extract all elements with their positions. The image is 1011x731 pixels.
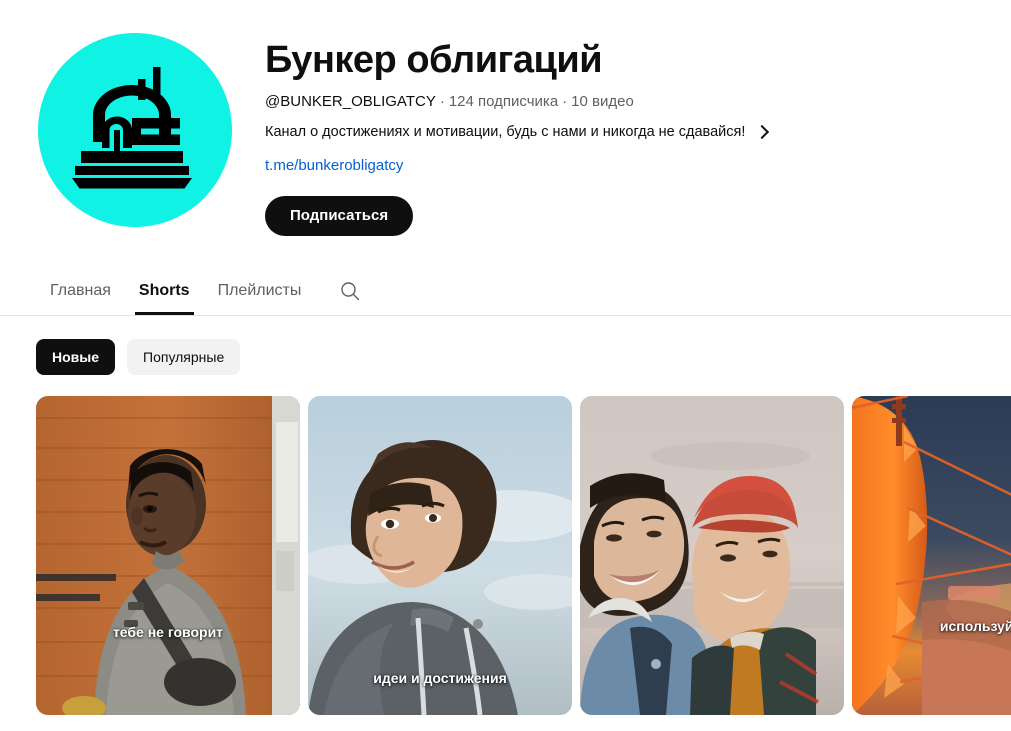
short-thumbnail: [308, 395, 572, 715]
short-thumbnail: [580, 395, 844, 715]
filter-chips: Новые Популярные: [0, 316, 1011, 375]
tab-shorts[interactable]: Shorts: [125, 267, 204, 316]
channel-stats: @BUNKER_OBLIGATCY · 124 подписчика · 10 виде…: [265, 91, 767, 112]
short-thumbnail: [852, 395, 1011, 715]
channel-external-link[interactable]: t.me/bunkerobligatcy: [265, 157, 403, 174]
stats-separator-1: ·: [439, 92, 445, 110]
channel-handle[interactable]: @BUNKER_OBLIGATCY: [265, 93, 436, 110]
avatar-circle: [38, 33, 232, 227]
channel-title: Бункер облигаций: [265, 39, 603, 81]
bunker-icon: [72, 67, 192, 189]
chip-newest[interactable]: Новые: [36, 338, 116, 375]
channel-info: Бункер облигаций @BUNKER_OBLIGATCY · 124 п…: [265, 33, 770, 236]
short-card[interactable]: идеи и достижения: [308, 395, 572, 715]
chip-popular[interactable]: Популярные: [127, 338, 241, 375]
channel-tabs: Главная Shorts Плейлисты: [0, 268, 1011, 316]
short-card[interactable]: используйте: [852, 395, 1011, 715]
tab-playlists[interactable]: Плейлисты: [204, 267, 316, 315]
tab-home[interactable]: Главная: [36, 267, 125, 315]
shorts-grid: тебе не говорит идеи и достижения исполь…: [0, 395, 1011, 715]
search-icon[interactable]: [337, 278, 363, 304]
channel-description-row[interactable]: Канал о достижениях и мотивации, будь с …: [265, 123, 770, 140]
subscribe-button[interactable]: Подписаться: [265, 195, 414, 236]
channel-header: Бункер облигаций @BUNKER_OBLIGATCY · 124 п…: [0, 0, 1011, 236]
chevron-right-icon[interactable]: [755, 124, 770, 139]
short-thumbnail: [36, 395, 300, 715]
avatar[interactable]: [38, 33, 232, 227]
video-count: 10 видео: [571, 92, 634, 110]
channel-page: Бункер облигаций @BUNKER_OBLIGATCY · 124 п…: [0, 0, 1011, 731]
short-card[interactable]: тебе не говорит: [36, 395, 300, 715]
short-card[interactable]: [580, 395, 844, 715]
stats-separator-2: ·: [562, 92, 568, 110]
channel-description: Канал о достижениях и мотивации, будь с …: [265, 123, 746, 140]
subscriber-count: 124 подписчика: [448, 92, 559, 110]
